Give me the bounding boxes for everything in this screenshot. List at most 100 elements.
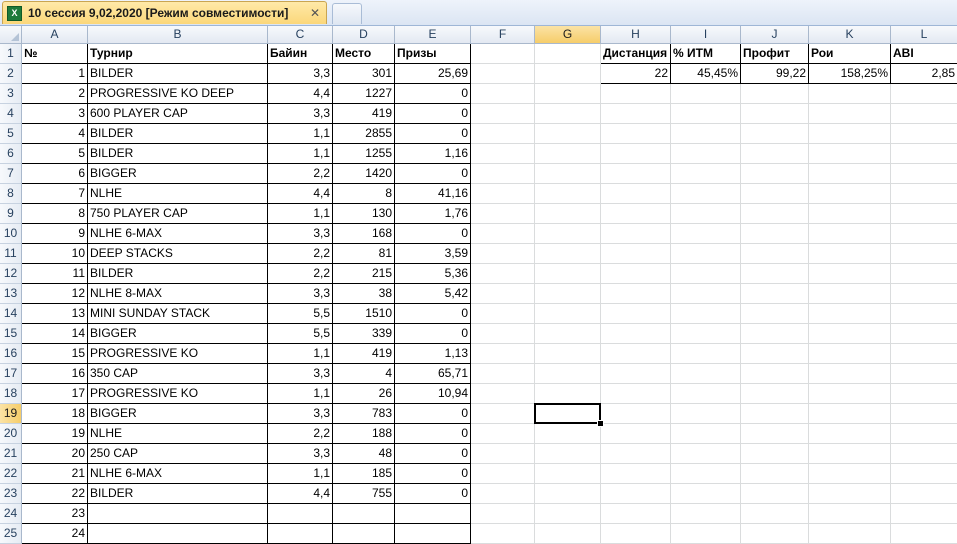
cell-b17[interactable]: 350 CAP (88, 364, 268, 384)
cell-l15[interactable] (891, 324, 957, 344)
cell-e1[interactable]: Призы (395, 44, 471, 64)
cell-j18[interactable] (741, 384, 809, 404)
cell-a17[interactable]: 16 (22, 364, 88, 384)
cell-h13[interactable] (601, 284, 671, 304)
cell-h1[interactable]: Дистанция (601, 44, 671, 64)
cell-j15[interactable] (741, 324, 809, 344)
cell-l20[interactable] (891, 424, 957, 444)
cell-h15[interactable] (601, 324, 671, 344)
cell-l7[interactable] (891, 164, 957, 184)
cell-c22[interactable]: 1,1 (268, 464, 333, 484)
cell-e24[interactable] (395, 504, 471, 524)
cell-h4[interactable] (601, 104, 671, 124)
cell-h16[interactable] (601, 344, 671, 364)
cell-e18[interactable]: 10,94 (395, 384, 471, 404)
cell-b14[interactable]: MINI SUNDAY STACK (88, 304, 268, 324)
cell-k13[interactable] (809, 284, 891, 304)
cell-j20[interactable] (741, 424, 809, 444)
cell-j5[interactable] (741, 124, 809, 144)
cell-a6[interactable]: 5 (22, 144, 88, 164)
cell-g10[interactable] (535, 224, 601, 244)
cell-l6[interactable] (891, 144, 957, 164)
cell-a1[interactable]: № (22, 44, 88, 64)
cell-a21[interactable]: 20 (22, 444, 88, 464)
cell-l25[interactable] (891, 524, 957, 544)
cell-k24[interactable] (809, 504, 891, 524)
cell-f15[interactable] (471, 324, 535, 344)
cell-i6[interactable] (671, 144, 741, 164)
cell-j2[interactable]: 99,22 (741, 64, 809, 84)
cell-a23[interactable]: 22 (22, 484, 88, 504)
cell-j24[interactable] (741, 504, 809, 524)
cell-l9[interactable] (891, 204, 957, 224)
cell-i7[interactable] (671, 164, 741, 184)
cell-h6[interactable] (601, 144, 671, 164)
cell-d15[interactable]: 339 (333, 324, 395, 344)
cell-a16[interactable]: 15 (22, 344, 88, 364)
cell-c21[interactable]: 3,3 (268, 444, 333, 464)
cell-f5[interactable] (471, 124, 535, 144)
cell-l5[interactable] (891, 124, 957, 144)
cell-a9[interactable]: 8 (22, 204, 88, 224)
row-header-15[interactable]: 15 (0, 324, 22, 344)
cell-a24[interactable]: 23 (22, 504, 88, 524)
cell-f9[interactable] (471, 204, 535, 224)
cell-i3[interactable] (671, 84, 741, 104)
cell-b6[interactable]: BILDER (88, 144, 268, 164)
cell-d21[interactable]: 48 (333, 444, 395, 464)
cell-f17[interactable] (471, 364, 535, 384)
cell-a14[interactable]: 13 (22, 304, 88, 324)
cell-d23[interactable]: 755 (333, 484, 395, 504)
cell-f18[interactable] (471, 384, 535, 404)
cell-j11[interactable] (741, 244, 809, 264)
cell-i2[interactable]: 45,45% (671, 64, 741, 84)
cell-a20[interactable]: 19 (22, 424, 88, 444)
row-header-12[interactable]: 12 (0, 264, 22, 284)
cell-a15[interactable]: 14 (22, 324, 88, 344)
cell-e6[interactable]: 1,16 (395, 144, 471, 164)
cell-b21[interactable]: 250 CAP (88, 444, 268, 464)
cell-i4[interactable] (671, 104, 741, 124)
fill-handle[interactable] (597, 420, 604, 427)
cell-f12[interactable] (471, 264, 535, 284)
column-header-c[interactable]: C (268, 26, 333, 44)
column-header-k[interactable]: K (809, 26, 891, 44)
cell-a12[interactable]: 11 (22, 264, 88, 284)
cell-a4[interactable]: 3 (22, 104, 88, 124)
cell-d22[interactable]: 185 (333, 464, 395, 484)
cell-k2[interactable]: 158,25% (809, 64, 891, 84)
cell-h22[interactable] (601, 464, 671, 484)
cell-l23[interactable] (891, 484, 957, 504)
cell-e21[interactable]: 0 (395, 444, 471, 464)
cell-d18[interactable]: 26 (333, 384, 395, 404)
cell-h18[interactable] (601, 384, 671, 404)
cell-j17[interactable] (741, 364, 809, 384)
cell-f2[interactable] (471, 64, 535, 84)
cell-j10[interactable] (741, 224, 809, 244)
cell-k14[interactable] (809, 304, 891, 324)
cell-a13[interactable]: 12 (22, 284, 88, 304)
row-header-7[interactable]: 7 (0, 164, 22, 184)
cell-b25[interactable] (88, 524, 268, 544)
cell-a7[interactable]: 6 (22, 164, 88, 184)
cell-b23[interactable]: BILDER (88, 484, 268, 504)
cell-g16[interactable] (535, 344, 601, 364)
cell-g24[interactable] (535, 504, 601, 524)
cell-g23[interactable] (535, 484, 601, 504)
column-header-j[interactable]: J (741, 26, 809, 44)
cell-g1[interactable] (535, 44, 601, 64)
cell-a5[interactable]: 4 (22, 124, 88, 144)
column-header-l[interactable]: L (891, 26, 957, 44)
cell-f1[interactable] (471, 44, 535, 64)
cell-j12[interactable] (741, 264, 809, 284)
cell-i16[interactable] (671, 344, 741, 364)
column-header-h[interactable]: H (601, 26, 671, 44)
cell-j14[interactable] (741, 304, 809, 324)
row-header-17[interactable]: 17 (0, 364, 22, 384)
cell-k22[interactable] (809, 464, 891, 484)
cell-j7[interactable] (741, 164, 809, 184)
column-header-f[interactable]: F (471, 26, 535, 44)
cell-g6[interactable] (535, 144, 601, 164)
cell-j8[interactable] (741, 184, 809, 204)
row-header-6[interactable]: 6 (0, 144, 22, 164)
